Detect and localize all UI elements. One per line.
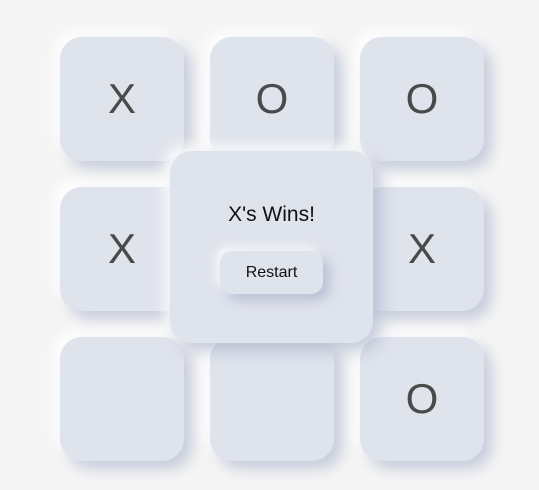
cell-mark: O (255, 75, 289, 122)
result-message: X's Wins! (228, 203, 315, 226)
cell-mark: X (407, 225, 436, 272)
board-cell-9[interactable]: O (360, 337, 484, 461)
cell-mark: X (107, 225, 136, 272)
board-cell-8[interactable] (210, 337, 334, 461)
board-cell-3[interactable]: O (360, 37, 484, 161)
cell-mark: O (405, 375, 439, 422)
board-cell-4[interactable]: X (60, 187, 184, 311)
restart-button[interactable]: Restart (220, 251, 323, 294)
board-cell-7[interactable] (60, 337, 184, 461)
board-cell-2[interactable]: O (210, 37, 334, 161)
board-cell-1[interactable]: X (60, 37, 184, 161)
cell-mark: O (405, 75, 439, 122)
result-modal: X's Wins! Restart (170, 151, 373, 343)
game-stage: X O O X X O X's Wins! Restart (0, 0, 539, 490)
cell-mark: X (107, 75, 136, 122)
board-cell-6[interactable]: X (360, 187, 484, 311)
